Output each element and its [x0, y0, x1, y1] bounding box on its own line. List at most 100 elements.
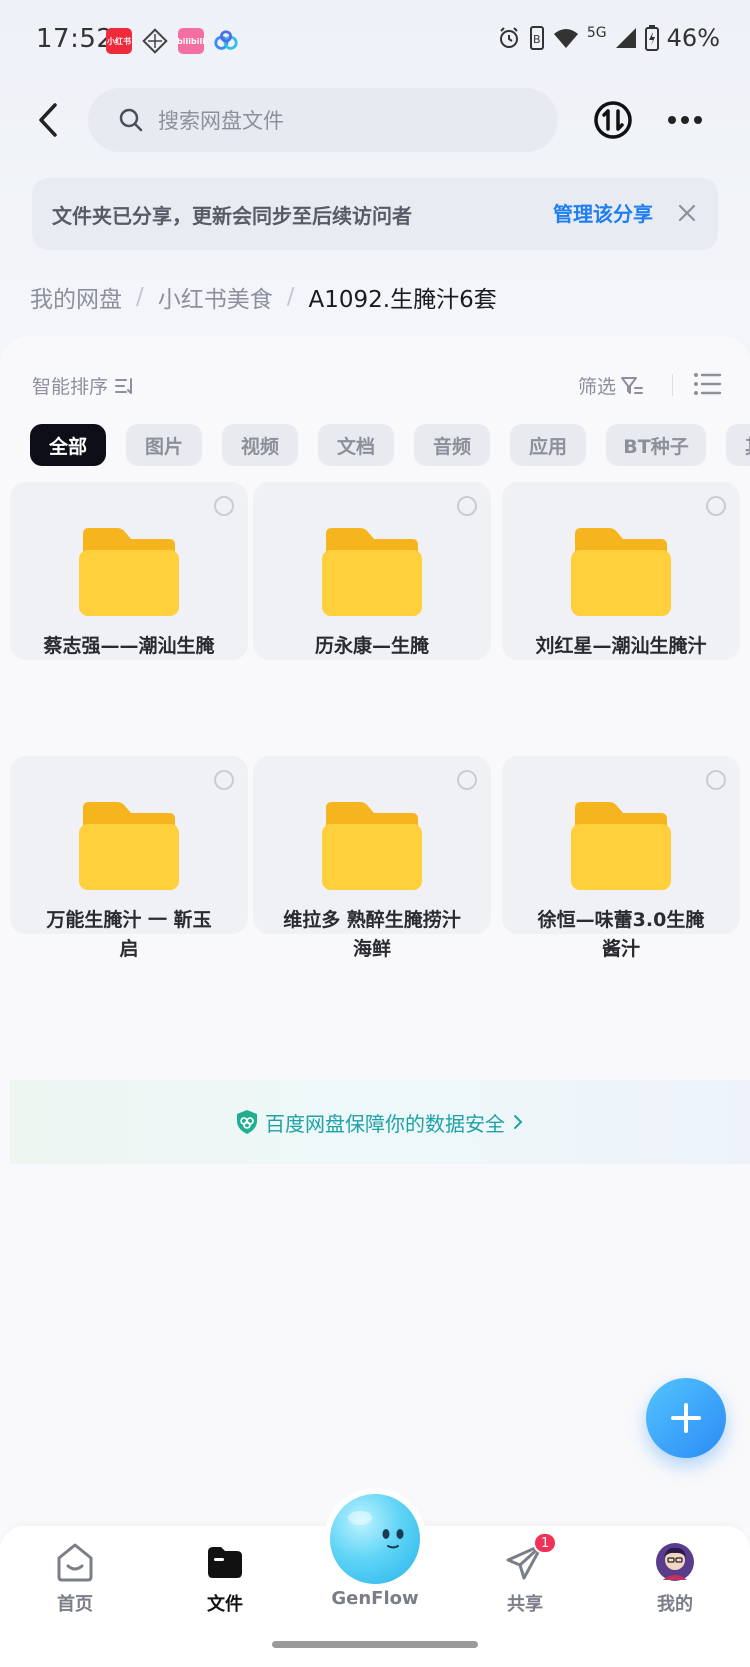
battery-percent: 46%: [666, 24, 720, 52]
folder-name-line: 启: [119, 938, 139, 960]
select-radio[interactable]: [706, 770, 726, 790]
tab-apps[interactable]: 应用: [510, 424, 586, 466]
manage-share-link[interactable]: 管理该分享: [553, 198, 653, 227]
filter-icon: [621, 376, 644, 394]
select-radio[interactable]: [706, 496, 726, 516]
filter-button[interactable]: 筛选: [578, 372, 644, 399]
folder-icon: [79, 528, 179, 616]
xiaohongshu-app-label: 小红书: [107, 36, 131, 46]
transfer-icon: [594, 101, 632, 139]
search-icon: [119, 108, 143, 132]
select-radio[interactable]: [457, 770, 477, 790]
folder-name: 历永康—生腌: [314, 635, 429, 657]
category-tabs: 全部 图片 视频 文档 音频 应用 BT种子 其他: [30, 424, 750, 468]
select-radio[interactable]: [214, 770, 234, 790]
list-view-button[interactable]: [692, 370, 722, 400]
tab-images[interactable]: 图片: [126, 424, 202, 466]
xiaohongshu-app-icon: 小红书: [106, 28, 132, 54]
folder-name-line: 徐恒—味蕾3.0生腌: [537, 909, 705, 931]
toolbar-divider: [672, 374, 673, 396]
folder-name: 维拉多 熟醉生腌捞汁 海鲜: [253, 906, 491, 964]
share-banner-text: 文件夹已分享，更新会同步至后续访问者: [52, 203, 412, 228]
folder-icon: [322, 528, 422, 616]
battery-icon: [644, 25, 659, 51]
sort-button[interactable]: 智能排序: [32, 372, 136, 399]
bilibili-app-label: bilibili: [177, 36, 205, 46]
security-banner[interactable]: 百度网盘保障你的数据安全: [10, 1080, 750, 1164]
tab-audio[interactable]: 音频: [414, 424, 490, 466]
breadcrumb-separator: /: [136, 284, 144, 310]
nav-label-mine: 我的: [657, 1594, 693, 1615]
breadcrumb-item-my-disk[interactable]: 我的网盘: [30, 280, 122, 314]
wifi-icon: [553, 27, 579, 49]
nav-label-home: 首页: [57, 1594, 93, 1615]
tab-bt-seeds[interactable]: BT种子: [606, 424, 706, 466]
folder-name: 徐恒—味蕾3.0生腌 酱汁: [502, 906, 740, 964]
plus-icon: [671, 1403, 701, 1433]
shield-icon: [237, 1110, 257, 1134]
tab-documents[interactable]: 文档: [318, 424, 394, 466]
folder-icon: [571, 528, 671, 616]
paper-plane-icon: 1: [503, 1532, 558, 1584]
nav-item-mine[interactable]: 我的: [625, 1540, 725, 1616]
sort-icon: [115, 377, 133, 394]
breadcrumb-item-folder[interactable]: 小红书美食: [158, 280, 273, 314]
nav-label-files: 文件: [207, 1594, 243, 1615]
genflow-mascot-icon: [348, 1511, 404, 1549]
chevron-right-icon: [514, 1115, 523, 1129]
close-banner-button[interactable]: [672, 198, 702, 228]
alarm-icon: [497, 26, 521, 50]
select-radio[interactable]: [214, 496, 234, 516]
close-icon: [678, 204, 696, 222]
bilibili-app-icon: bilibili: [177, 28, 205, 54]
folder-name-line: 维拉多 熟醉生腌捞汁: [283, 909, 461, 931]
share-banner: 文件夹已分享，更新会同步至后续访问者 管理该分享: [32, 178, 718, 250]
back-button[interactable]: [22, 94, 74, 146]
tab-all[interactable]: 全部: [30, 424, 106, 466]
avatar: [653, 1540, 697, 1584]
breadcrumb-separator: /: [286, 284, 295, 310]
nav-label-share: 共享: [507, 1594, 543, 1615]
nav-label-genflow[interactable]: GenFlow: [325, 1588, 425, 1609]
folder-name: 万能生腌汁 一 靳玉 启: [10, 906, 248, 964]
breadcrumb: 我的网盘 / 小红书美食 / A1092.生腌汁6套: [30, 280, 497, 314]
folder-icon: [571, 802, 671, 890]
file-panel: 智能排序 筛选 全部 图片 视频 文档 音频 应用 BT种子 其他 蔡志强——潮…: [0, 336, 750, 1526]
status-time: 17:52: [36, 24, 114, 54]
genflow-button[interactable]: [330, 1494, 420, 1584]
share-badge: 1: [533, 1532, 558, 1554]
compass-app-icon: [142, 28, 168, 54]
folder-name: 蔡志强——潮汕生腌: [43, 635, 215, 657]
breadcrumb-current: A1092.生腌汁6套: [308, 287, 497, 313]
folder-icon: [79, 802, 179, 890]
network-type: 5G: [586, 25, 607, 41]
signal-icon: [615, 27, 637, 49]
select-radio[interactable]: [457, 496, 477, 516]
folder-name: 刘红星—潮汕生腌汁: [535, 635, 707, 657]
nav-item-share[interactable]: 1 共享: [475, 1532, 575, 1616]
add-button[interactable]: [646, 1378, 726, 1458]
svg-text:B: B: [533, 33, 541, 46]
folder-filled-icon: [203, 1540, 247, 1584]
baidu-netdisk-app-icon: [213, 28, 239, 54]
tab-other[interactable]: 其他: [726, 424, 750, 466]
home-indicator: [272, 1641, 478, 1648]
nav-item-home[interactable]: 首页: [25, 1540, 125, 1616]
chevron-left-icon: [39, 103, 57, 137]
folder-icon: [322, 802, 422, 890]
filter-label: 筛选: [578, 376, 617, 398]
nav-item-files[interactable]: 文件: [175, 1540, 275, 1616]
more-button[interactable]: [664, 100, 706, 140]
nfc-icon: B: [529, 25, 545, 51]
folder-name-line: 万能生腌汁 一 靳玉: [46, 909, 212, 931]
search-placeholder: 搜索网盘文件: [158, 109, 284, 133]
sort-label: 智能排序: [32, 376, 109, 398]
list-view-icon: [694, 373, 722, 395]
folder-name-line: 酱汁: [601, 938, 640, 960]
status-bar: 17:52 小红书 bilibili B 5G 46%: [0, 0, 750, 84]
transfer-list-button[interactable]: [589, 94, 637, 146]
status-right: B 5G 46%: [497, 24, 720, 52]
search-input[interactable]: 搜索网盘文件: [88, 88, 558, 152]
tab-videos[interactable]: 视频: [222, 424, 298, 466]
folder-name-line: 海鲜: [352, 938, 391, 960]
